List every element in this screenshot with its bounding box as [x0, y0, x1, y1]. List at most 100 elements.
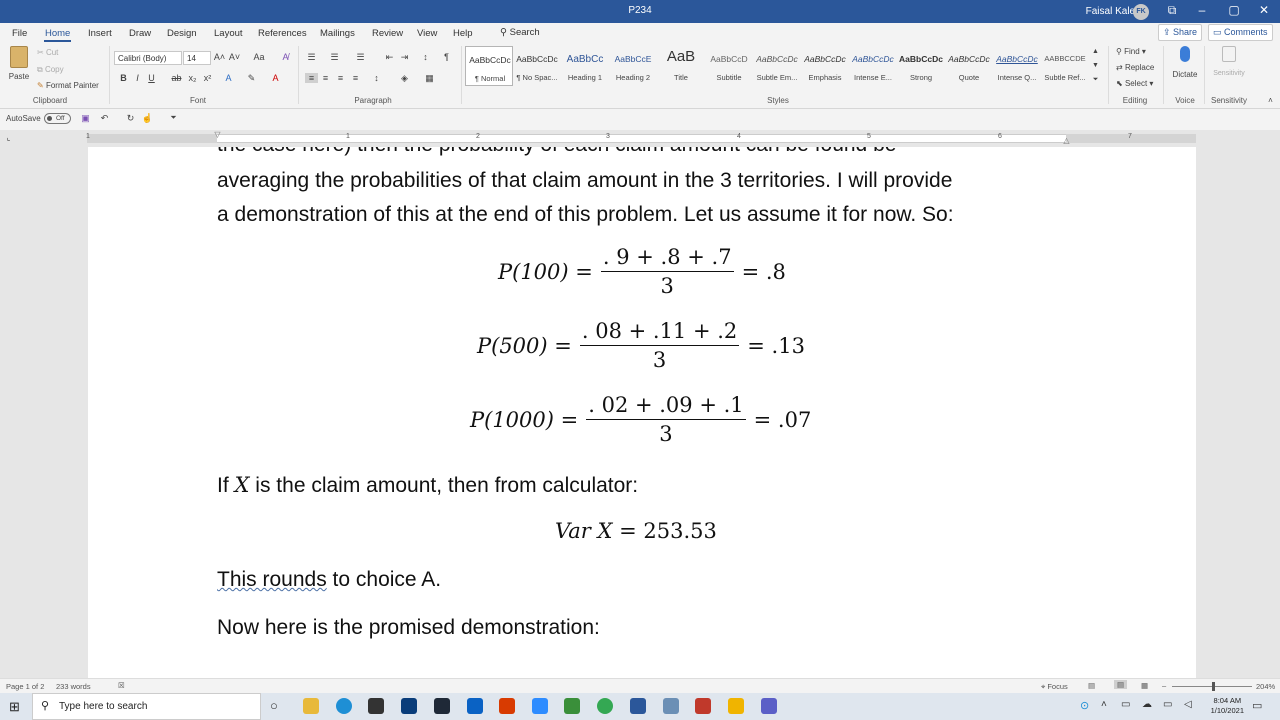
decrease-indent-icon[interactable]: ⇤	[383, 52, 396, 63]
read-mode-icon[interactable]: ▤	[1088, 681, 1095, 690]
sort-icon[interactable]: ↕	[419, 52, 432, 62]
office-icon[interactable]	[499, 698, 515, 714]
strikethrough-icon[interactable]: ab	[170, 73, 183, 83]
help-icon[interactable]: ⊙	[1080, 699, 1089, 712]
tab-selector-icon[interactable]: ⌞	[2, 133, 15, 142]
file-explorer-icon[interactable]	[303, 698, 319, 714]
underline-icon[interactable]: U	[145, 73, 158, 83]
increase-indent-icon[interactable]: ⇥	[398, 52, 411, 63]
font-name-select[interactable]: Calibri (Body)	[114, 51, 182, 65]
volume-icon[interactable]: ◁	[1184, 699, 1192, 710]
taskbar-search-input[interactable]: ⚲ Type here to search	[32, 693, 261, 720]
shading-icon[interactable]: ◈	[398, 73, 411, 84]
font-size-select[interactable]: 14	[183, 51, 211, 65]
bold-icon[interactable]: B	[117, 73, 130, 83]
tab-layout[interactable]: Layout	[214, 28, 243, 39]
tab-mailings[interactable]: Mailings	[320, 28, 355, 39]
word-count[interactable]: 233 words	[56, 682, 91, 691]
tab-file[interactable]: File	[12, 28, 27, 39]
focus-button[interactable]: ⌖ Focus	[1041, 682, 1068, 692]
style-emphasis[interactable]: AaBbCcDc Emphasis	[801, 46, 849, 86]
customize-qat-icon[interactable]: ⏷	[167, 113, 180, 123]
show-formatting-icon[interactable]: ¶	[440, 52, 453, 62]
search-box[interactable]: ⚲ Search	[500, 27, 540, 38]
tab-review[interactable]: Review	[372, 28, 403, 39]
font-color-icon[interactable]: A	[269, 73, 282, 83]
first-line-indent-marker[interactable]: ▽	[211, 130, 224, 139]
acrobat-icon[interactable]	[695, 698, 711, 714]
shrink-font-icon[interactable]: A˅	[228, 52, 241, 62]
copy-button[interactable]: ⧉ Copy	[37, 65, 64, 75]
styles-scroll-down-icon[interactable]: ▼	[1089, 62, 1102, 69]
chrome-icon[interactable]	[597, 698, 613, 714]
tab-references[interactable]: References	[258, 28, 307, 39]
align-left-icon[interactable]: ≡	[305, 73, 318, 83]
tab-design[interactable]: Design	[167, 28, 197, 39]
device-icon[interactable]: ▭	[1121, 699, 1130, 710]
document-page[interactable]: the case here) then the probability of e…	[88, 147, 1196, 678]
windows-start-icon[interactable]: ⊞	[9, 699, 20, 715]
find-button[interactable]: ⚲ Find ▾	[1116, 47, 1146, 56]
cortana-icon[interactable]: ○	[270, 698, 278, 713]
italic-icon[interactable]: I	[131, 73, 144, 83]
maximize-button[interactable]: ▢	[1222, 3, 1246, 17]
mail-icon[interactable]	[467, 698, 483, 714]
highlight-icon[interactable]: ✎	[245, 73, 258, 84]
clear-formatting-icon[interactable]: A̸	[279, 52, 292, 62]
dropbox-icon[interactable]	[401, 698, 417, 714]
style-no-spacing[interactable]: AaBbCcDc ¶ No Spac...	[513, 46, 561, 86]
style-strong[interactable]: AaBbCcDc Strong	[897, 46, 945, 86]
paste-button[interactable]: Paste	[6, 46, 32, 81]
tab-view[interactable]: View	[417, 28, 437, 39]
body-text-line[interactable]: averaging the probabilities of that clai…	[217, 169, 952, 193]
zoom-level[interactable]: 204%	[1256, 682, 1275, 691]
tab-home[interactable]: Home	[45, 28, 70, 39]
body-text-line[interactable]: a demonstration of this at the end of th…	[217, 203, 954, 227]
sensitivity-button[interactable]: Sensitivity	[1206, 46, 1252, 77]
close-button[interactable]: ✕	[1252, 3, 1276, 17]
styles-scroll-up-icon[interactable]: ▲	[1089, 48, 1102, 55]
style-intense-emphasis[interactable]: AaBbCcDc Intense E...	[849, 46, 897, 86]
comments-button[interactable]: ▭ Comments	[1208, 24, 1273, 41]
style-heading-2[interactable]: AaBbCcE Heading 2	[609, 46, 657, 86]
notification-app-icon[interactable]	[728, 698, 744, 714]
align-right-icon[interactable]: ≡	[334, 73, 347, 83]
numbering-icon[interactable]: ☰	[328, 52, 341, 63]
superscript-icon[interactable]: x²	[201, 73, 214, 83]
minimize-button[interactable]: –	[1190, 3, 1214, 17]
page-count[interactable]: Page 1 of 2	[6, 682, 44, 691]
avatar[interactable]: FK	[1133, 4, 1149, 20]
zoom-slider-thumb[interactable]	[1212, 682, 1215, 691]
align-center-icon[interactable]: ≡	[319, 73, 332, 83]
format-painter-button[interactable]: ✎ Format Painter	[37, 81, 99, 90]
tab-draw[interactable]: Draw	[129, 28, 151, 39]
style-normal[interactable]: AaBbCcDc ¶ Normal	[465, 46, 513, 86]
bullets-icon[interactable]: ☰	[305, 52, 318, 63]
save-icon[interactable]: ▣	[79, 113, 92, 124]
tab-insert[interactable]: Insert	[88, 28, 112, 39]
body-text-line[interactable]: If X is the claim amount, then from calc…	[217, 473, 638, 498]
clock[interactable]: 8:04 AM 1/10/2021	[1211, 696, 1244, 716]
battery-icon[interactable]: ▭	[1163, 699, 1172, 710]
style-quote[interactable]: AaBbCcDc Quote	[945, 46, 993, 86]
dictate-button[interactable]: Dictate	[1168, 46, 1202, 79]
collapse-ribbon-icon[interactable]: ˄	[1264, 96, 1277, 105]
text-effects-icon[interactable]: A	[222, 73, 235, 83]
teams-icon[interactable]	[761, 698, 777, 714]
autosave-toggle[interactable]: Off	[44, 113, 71, 124]
store-icon[interactable]	[368, 698, 384, 714]
change-case-icon[interactable]: Aa	[250, 52, 268, 62]
replace-button[interactable]: ⇄ Replace	[1116, 63, 1154, 72]
proofing-icon[interactable]: ☒	[118, 681, 125, 690]
notification-center-icon[interactable]: ▭	[1252, 699, 1262, 712]
print-layout-icon[interactable]: ▤	[1114, 680, 1128, 689]
edge-icon[interactable]	[336, 698, 352, 714]
style-subtle-emphasis[interactable]: AaBbCcDc Subtle Em...	[753, 46, 801, 86]
ribbon-display-options-icon[interactable]: ⧉	[1160, 3, 1184, 18]
style-subtitle[interactable]: AaBbCcD Subtitle	[705, 46, 753, 86]
styles-more-icon[interactable]: ⏷	[1089, 76, 1102, 84]
justify-icon[interactable]: ≡	[349, 73, 362, 83]
terminal-icon[interactable]	[434, 698, 450, 714]
cut-button[interactable]: ✂ Cut	[37, 48, 58, 57]
grammar-flagged-text[interactable]: This rounds	[217, 568, 327, 591]
